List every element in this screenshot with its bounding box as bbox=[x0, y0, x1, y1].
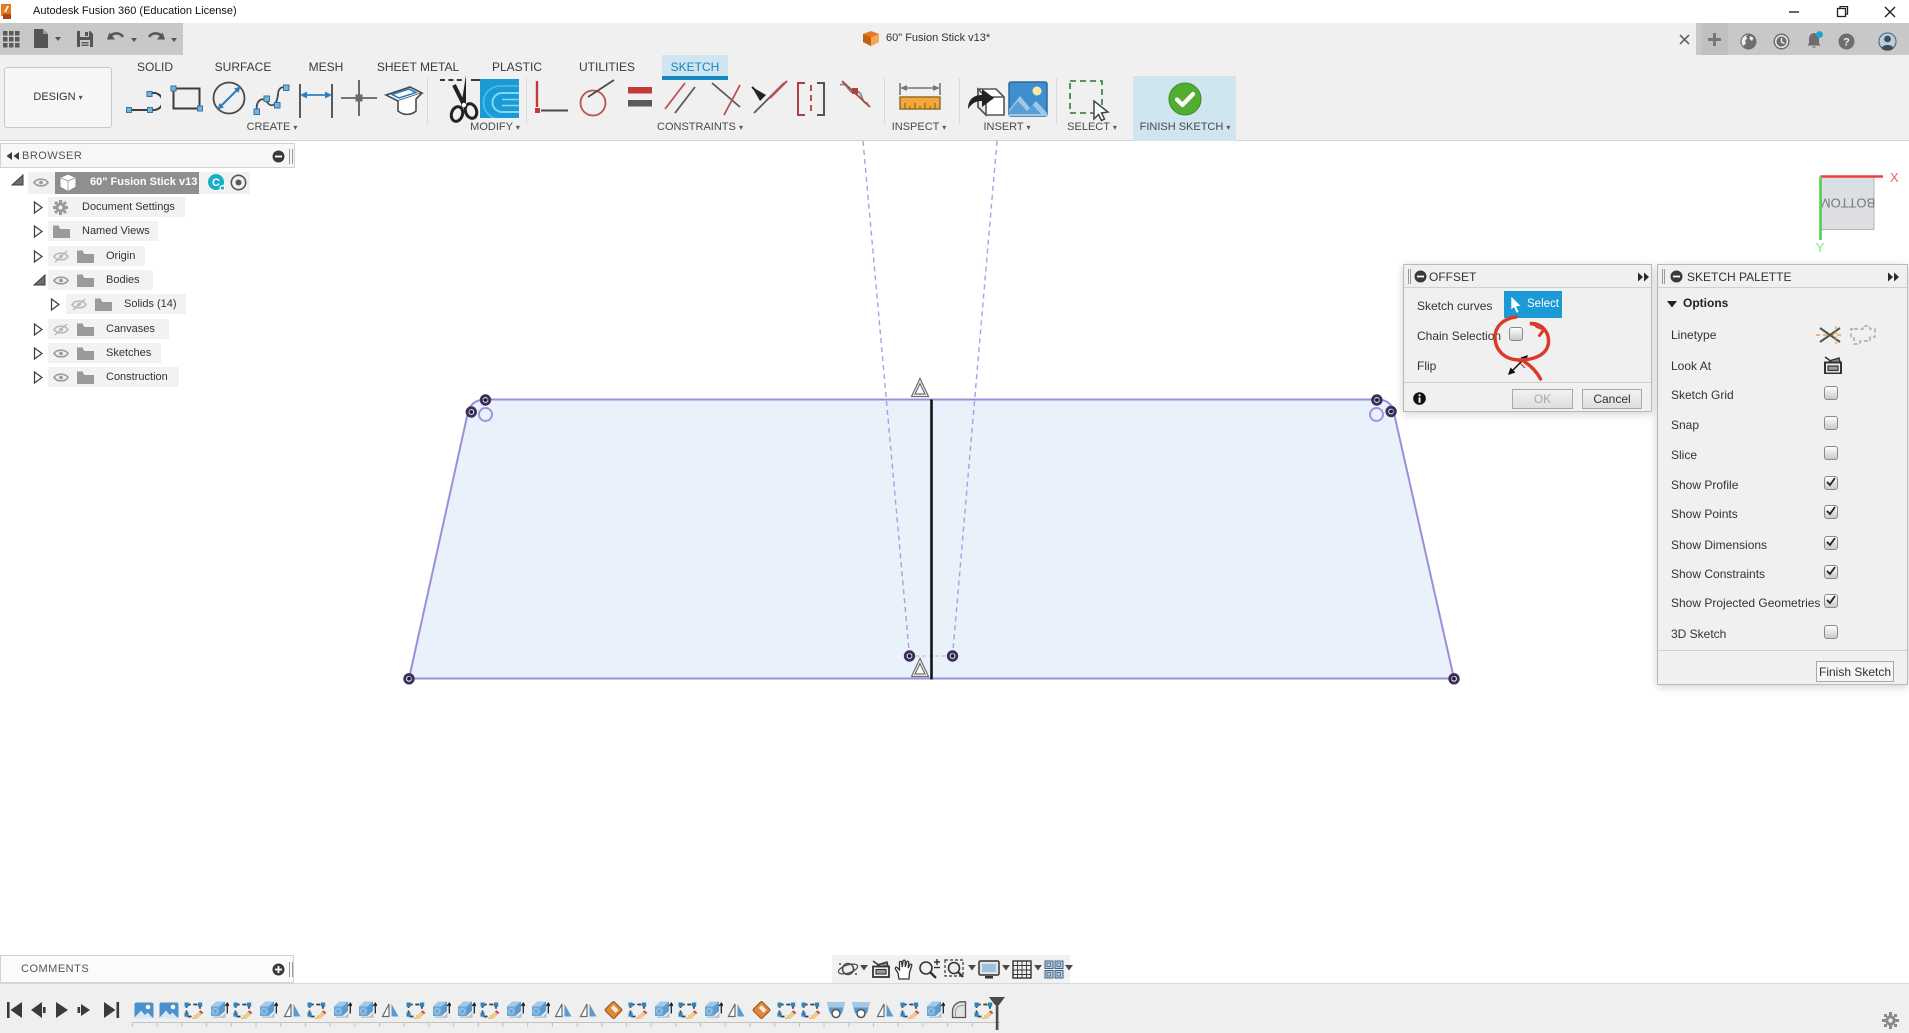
svg-text:C: C bbox=[212, 177, 220, 189]
svg-text:BOTTOM: BOTTOM bbox=[1820, 196, 1875, 211]
svg-text:Y: Y bbox=[1816, 240, 1825, 255]
svg-text:?: ? bbox=[1843, 37, 1850, 49]
svg-text:X: X bbox=[1890, 170, 1899, 185]
